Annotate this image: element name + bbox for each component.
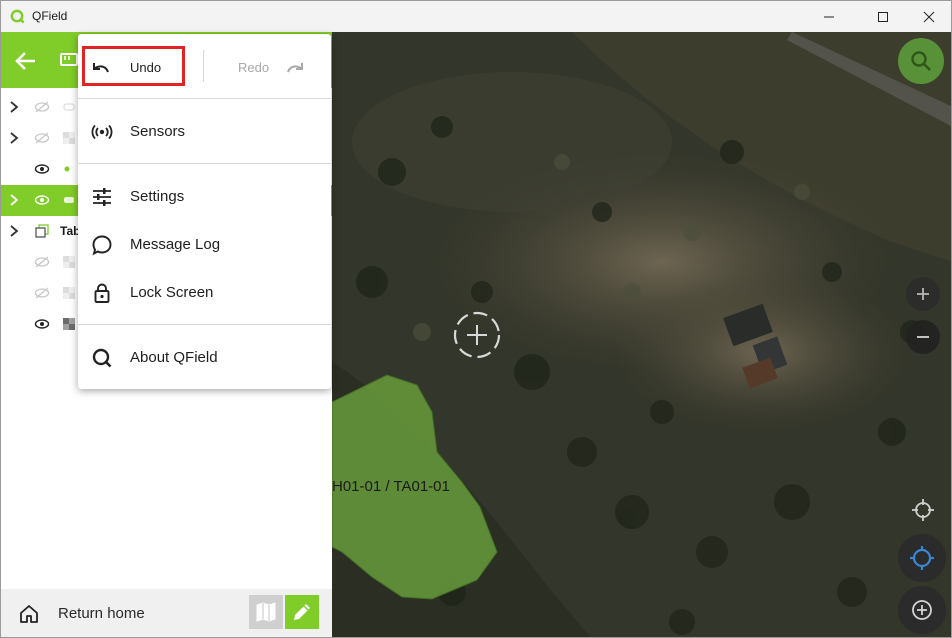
add-feature-button[interactable] xyxy=(898,586,946,634)
window-title: QField xyxy=(32,9,68,23)
eye-icon[interactable] xyxy=(34,317,50,331)
message-log-icon xyxy=(92,235,112,256)
home-icon[interactable] xyxy=(18,603,40,625)
search-icon xyxy=(911,51,931,71)
menu-divider xyxy=(78,163,331,164)
menu-item-sensors[interactable]: Sensors xyxy=(78,110,331,154)
zoom-out-button[interactable] xyxy=(906,320,940,354)
close-button[interactable] xyxy=(906,1,951,32)
chevron-right-icon[interactable] xyxy=(7,224,21,238)
browse-mode-button[interactable] xyxy=(249,595,283,629)
minimize-icon xyxy=(824,16,834,17)
menu-item-label: Settings xyxy=(130,188,185,205)
plus-icon xyxy=(917,288,929,300)
eye-hidden-icon[interactable] xyxy=(34,286,50,300)
minus-icon xyxy=(917,336,929,338)
add-circle-icon xyxy=(912,600,932,620)
gps-target-icon xyxy=(912,499,934,521)
pencil-icon xyxy=(294,604,310,620)
undo-button[interactable]: Undo xyxy=(130,60,161,75)
feature-label: H01-01 / TA01-01 xyxy=(332,478,450,495)
map-icon xyxy=(256,602,276,622)
search-button[interactable] xyxy=(898,38,944,84)
menu-divider xyxy=(78,98,331,99)
close-icon xyxy=(923,11,935,22)
menu-item-label: About QField xyxy=(130,349,218,366)
layer-symbol-icon xyxy=(63,103,75,111)
map-canvas[interactable]: H01-01 / TA01-01 xyxy=(332,32,951,637)
chevron-right-icon[interactable] xyxy=(7,131,21,145)
raster-thumbnail-icon xyxy=(63,287,75,299)
divider xyxy=(203,50,204,82)
settings-icon xyxy=(93,188,111,206)
locate-button[interactable] xyxy=(898,534,946,582)
qfield-logo-icon xyxy=(92,348,112,368)
main-menu: Undo Redo Sensors Settings Message Log L… xyxy=(78,34,331,389)
menu-divider xyxy=(78,324,331,325)
raster-thumbnail-icon xyxy=(63,256,75,268)
eye-icon[interactable] xyxy=(34,193,50,207)
back-arrow-icon[interactable] xyxy=(13,48,39,74)
eye-hidden-icon[interactable] xyxy=(34,131,50,145)
menu-item-label: Lock Screen xyxy=(130,284,214,301)
maximize-button[interactable] xyxy=(860,1,906,32)
menu-item-settings[interactable]: Settings xyxy=(78,175,331,219)
redo-icon[interactable] xyxy=(285,58,305,76)
digitize-mode-button[interactable] xyxy=(285,595,319,629)
layer-symbol-icon xyxy=(64,197,74,203)
raster-thumbnail-icon xyxy=(63,318,75,330)
title-bar: QField xyxy=(1,1,951,32)
menu-item-about[interactable]: About QField xyxy=(78,336,331,380)
sensors-icon xyxy=(91,124,113,140)
eye-hidden-icon[interactable] xyxy=(34,255,50,269)
raster-thumbnail-icon xyxy=(63,132,75,144)
menu-item-label: Sensors xyxy=(130,123,186,140)
return-home-label[interactable]: Return home xyxy=(58,605,145,622)
minimize-button[interactable] xyxy=(806,1,852,32)
project-icon[interactable] xyxy=(59,50,79,70)
qfield-window: QField H01-01 / TA01-01 Tab Return home … xyxy=(0,0,952,638)
eye-hidden-icon[interactable] xyxy=(34,100,50,114)
lock-icon xyxy=(94,283,110,303)
crosshair-icon xyxy=(453,311,501,359)
gps-target-button[interactable] xyxy=(903,490,943,530)
redo-button[interactable]: Redo xyxy=(238,60,269,75)
chevron-right-icon[interactable] xyxy=(7,193,21,207)
qfield-logo-icon xyxy=(10,9,25,24)
menu-item-message-log[interactable]: Message Log xyxy=(78,223,331,267)
menu-item-lock-screen[interactable]: Lock Screen xyxy=(78,271,331,315)
point-symbol-icon xyxy=(64,166,70,172)
undo-icon[interactable] xyxy=(91,58,111,76)
location-crosshair-icon xyxy=(910,546,934,570)
menu-item-label: Message Log xyxy=(130,236,221,253)
aerial-imagery xyxy=(332,32,951,637)
zoom-in-button[interactable] xyxy=(906,277,940,311)
chevron-right-icon[interactable] xyxy=(7,100,21,114)
layer-group-icon xyxy=(35,224,49,238)
maximize-icon xyxy=(878,11,888,22)
panel-footer: Return home xyxy=(1,589,332,637)
eye-icon[interactable] xyxy=(34,162,50,176)
